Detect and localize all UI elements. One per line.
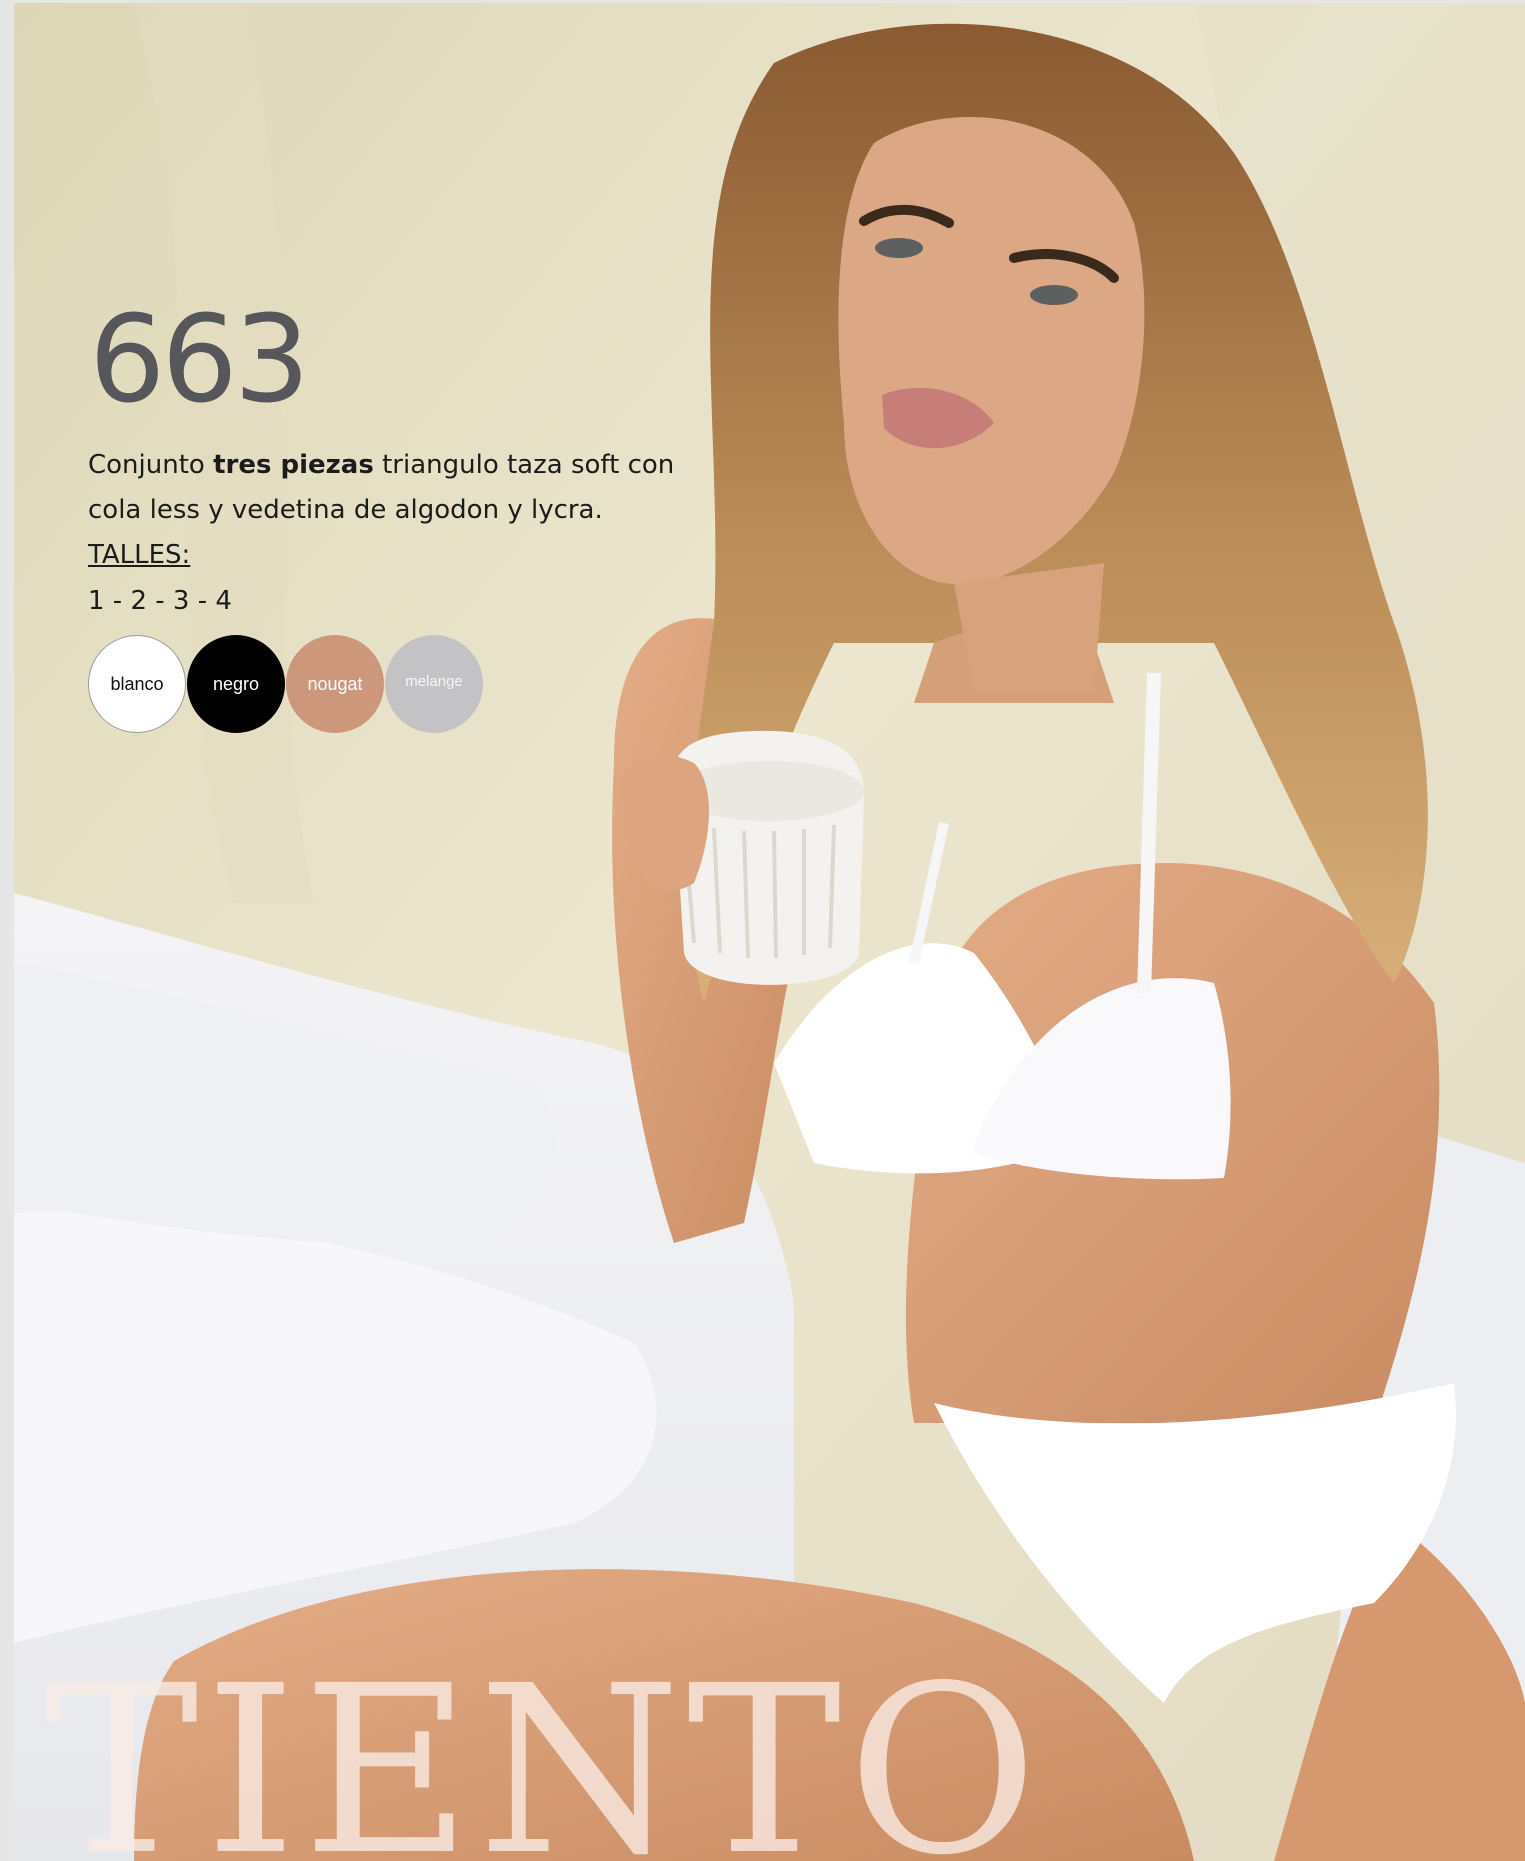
brand-wordmark: TIENTO <box>44 1636 1044 1861</box>
sizes-values: 1 - 2 - 3 - 4 <box>88 586 232 616</box>
color-swatch-label: negro <box>212 673 260 694</box>
color-swatch-melange[interactable]: melange <box>385 635 483 733</box>
product-description: Conjunto tres piezas triangulo taza soft… <box>88 443 688 533</box>
color-swatch-nougat[interactable]: nougat <box>286 635 384 733</box>
color-swatch-negro[interactable]: negro <box>187 635 285 733</box>
color-swatch-label: nougat <box>307 673 363 694</box>
model-number: 663 <box>89 291 310 430</box>
color-swatch-label: melange <box>405 672 463 690</box>
color-swatch-blanco[interactable]: blanco <box>88 635 186 733</box>
catalog-page: 663 Conjunto tres piezas triangulo taza … <box>14 3 1525 1861</box>
description-bold: tres piezas <box>213 450 374 480</box>
product-photo <box>14 3 1525 1861</box>
description-prefix: Conjunto <box>88 450 214 480</box>
sizes-label: TALLES: <box>88 540 191 570</box>
color-swatch-label: blanco <box>110 673 164 694</box>
